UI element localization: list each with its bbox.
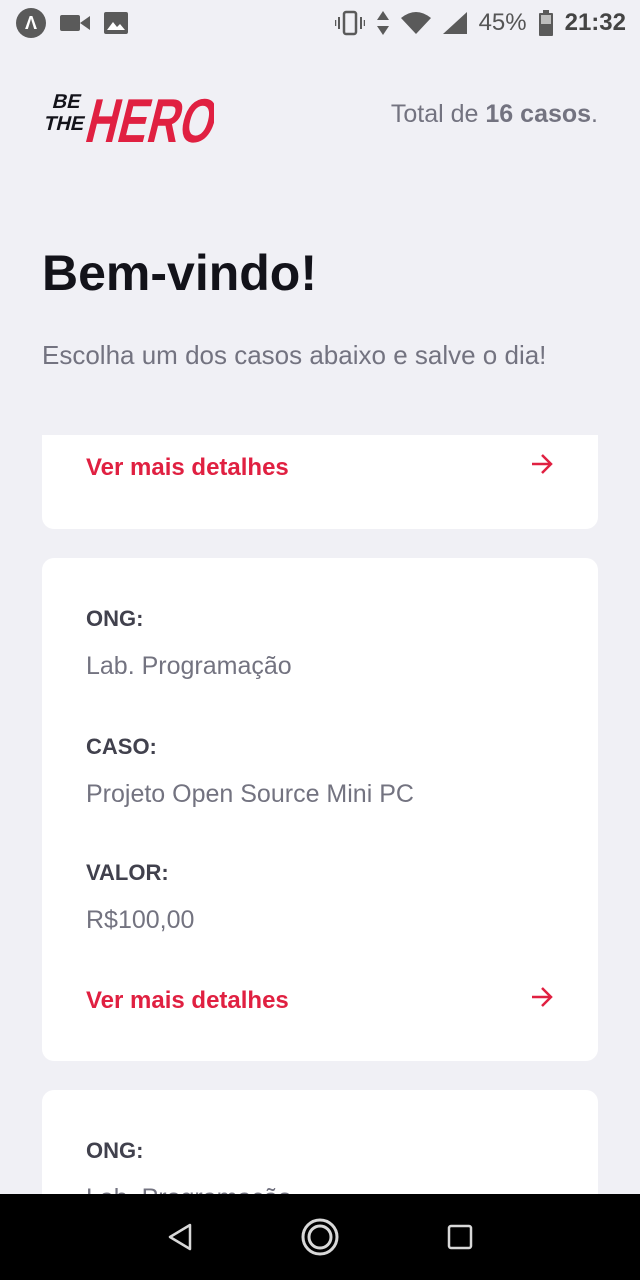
details-link-label: Ver mais detalhes [86,986,289,1014]
wifi-icon [400,12,431,34]
battery-icon [538,10,553,36]
incident-card: ONG: Lab. Programação CASO: Projeto Open… [42,558,598,1061]
ong-value: Lab. Programação [86,652,292,680]
be-the-hero-logo: BE THE HERO [42,87,214,154]
recents-icon[interactable] [430,1207,490,1267]
back-icon[interactable] [150,1207,210,1267]
page-subtitle: Escolha um dos casos abaixo e salve o di… [42,340,547,370]
ong-label: ONG: [86,606,144,631]
svg-text:BE: BE [50,91,83,113]
details-link[interactable]: Ver mais detalhes [86,453,554,482]
details-link[interactable]: Ver mais detalhes [86,986,554,1015]
total-prefix: Total de [390,99,486,128]
incident-card: Ver mais detalhes [42,435,598,529]
svg-text:HERO: HERO [80,87,214,154]
caso-value: Projeto Open Source Mini PC [86,780,414,808]
cell-signal-icon [442,12,467,34]
valor-value: R$100,00 [86,906,195,934]
arrow-right-icon [530,986,554,1015]
clock: 21:32 [564,9,626,36]
page-title: Bem-vindo! [42,245,317,301]
header: BE THE HERO Total de 16 casos. [42,74,598,154]
valor-label: VALOR: [86,860,169,885]
vibrate-icon [334,10,365,36]
video-camera-icon [60,13,90,33]
image-icon [104,12,128,34]
svg-text:THE: THE [42,113,87,135]
data-transfer-icon [376,11,389,35]
ong-label: ONG: [86,1138,144,1163]
arrow-right-icon [530,453,554,482]
navigation-bar [0,1194,640,1280]
total-cases-text: Total de 16 casos. [391,100,598,129]
details-link-label: Ver mais detalhes [86,453,289,481]
status-bar: Λ 45% 21:32 [0,0,640,46]
caso-label: CASO: [86,734,157,759]
total-suffix: . [591,99,598,128]
app-icon: Λ [16,8,46,38]
home-icon[interactable] [290,1207,350,1267]
total-count: 16 casos [485,99,592,128]
battery-percent: 45% [478,9,527,36]
